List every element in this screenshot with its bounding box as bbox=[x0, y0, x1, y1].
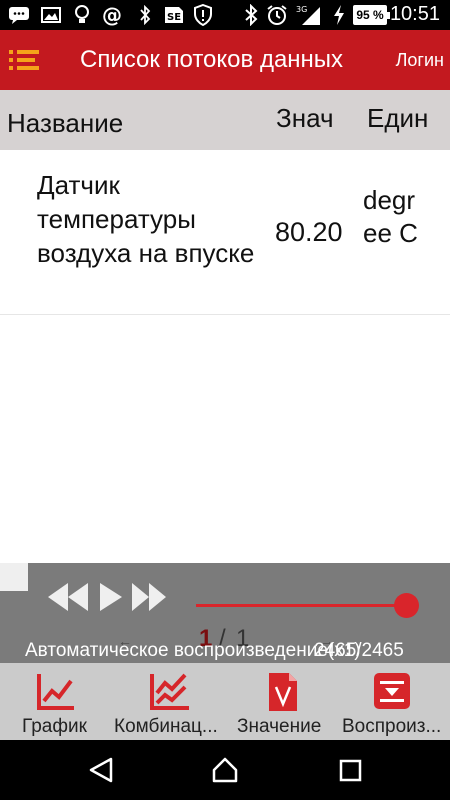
at-icon: @ bbox=[101, 4, 123, 26]
app-toolbar: Список потоков данных Логин bbox=[0, 30, 450, 90]
progress-slider-handle[interactable] bbox=[394, 593, 419, 618]
rewind-icon bbox=[48, 583, 88, 611]
tab-playback[interactable]: Воспроиз... bbox=[338, 663, 450, 740]
tab-label: График bbox=[22, 716, 87, 737]
row-name-cell: Датчик температуры воздуха на впуске bbox=[37, 170, 255, 268]
sim-icon: SE bbox=[163, 4, 185, 26]
stop-button[interactable] bbox=[0, 563, 28, 591]
bluetooth-icon bbox=[240, 4, 262, 26]
column-header-value: Знач bbox=[276, 103, 334, 133]
home-button[interactable] bbox=[211, 756, 239, 789]
page-title: Список потоков данных bbox=[80, 46, 344, 73]
image-icon bbox=[40, 4, 62, 26]
svg-text:@: @ bbox=[102, 4, 122, 26]
line-chart-icon bbox=[37, 674, 74, 710]
progress-slider[interactable] bbox=[196, 604, 408, 607]
play-button[interactable] bbox=[98, 581, 124, 618]
home-icon bbox=[212, 757, 238, 783]
back-icon bbox=[89, 757, 113, 783]
tab-graph[interactable]: График bbox=[0, 663, 110, 740]
row-unit-cell: degree C bbox=[363, 185, 418, 248]
charging-icon bbox=[328, 4, 350, 26]
battery-indicator: 95 % bbox=[353, 5, 390, 25]
table-row[interactable]: Датчик температуры воздуха на впуске 80.… bbox=[0, 150, 450, 315]
column-header-name: Название bbox=[7, 108, 124, 138]
playback-panel: ← 1 / 1 → Автоматическое воспроизведение… bbox=[0, 563, 450, 663]
alarm-icon bbox=[266, 4, 288, 26]
clock: 10:51 bbox=[389, 3, 440, 25]
column-header-unit: Един bbox=[367, 103, 429, 133]
tab-label: Комбинац... bbox=[114, 716, 218, 737]
system-nav-bar bbox=[0, 740, 450, 800]
value-document-icon bbox=[269, 673, 297, 711]
bottom-tab-bar: График Комбинац... Значение Воспроиз... bbox=[0, 663, 450, 740]
tab-value[interactable]: Значение bbox=[232, 663, 332, 740]
row-value-cell: 80.20 bbox=[275, 217, 343, 247]
table-header: Название Знач Един bbox=[0, 90, 450, 150]
tab-label: Значение bbox=[237, 716, 322, 737]
bulb-icon bbox=[71, 4, 93, 26]
frame-counter: 2465/2465 bbox=[314, 640, 404, 661]
shield-icon bbox=[192, 4, 214, 26]
bluetooth-icon bbox=[134, 4, 156, 26]
message-icon bbox=[8, 4, 30, 26]
fast-forward-button[interactable] bbox=[130, 581, 168, 618]
recents-button[interactable] bbox=[339, 759, 363, 788]
menu-button[interactable] bbox=[8, 45, 40, 75]
fast-forward-icon bbox=[132, 583, 166, 611]
status-bar: @ SE 3G 95 % 10:51 bbox=[0, 0, 450, 30]
login-button[interactable]: Логин bbox=[396, 50, 444, 71]
menu-icon bbox=[9, 50, 39, 70]
svg-text:SE: SE bbox=[167, 12, 181, 23]
back-button[interactable] bbox=[88, 756, 114, 789]
tab-label: Воспроиз... bbox=[342, 716, 442, 737]
play-icon bbox=[100, 583, 122, 611]
auto-play-label: Автоматическое воспроизведение(x1) bbox=[25, 640, 361, 661]
svg-text:3G: 3G bbox=[296, 5, 307, 14]
signal-icon: 3G bbox=[296, 4, 322, 26]
combined-chart-icon bbox=[150, 673, 189, 710]
tab-combination[interactable]: Комбинац... bbox=[112, 663, 228, 740]
rewind-button[interactable] bbox=[46, 581, 90, 618]
playback-icon bbox=[374, 673, 410, 709]
recents-icon bbox=[339, 759, 362, 782]
